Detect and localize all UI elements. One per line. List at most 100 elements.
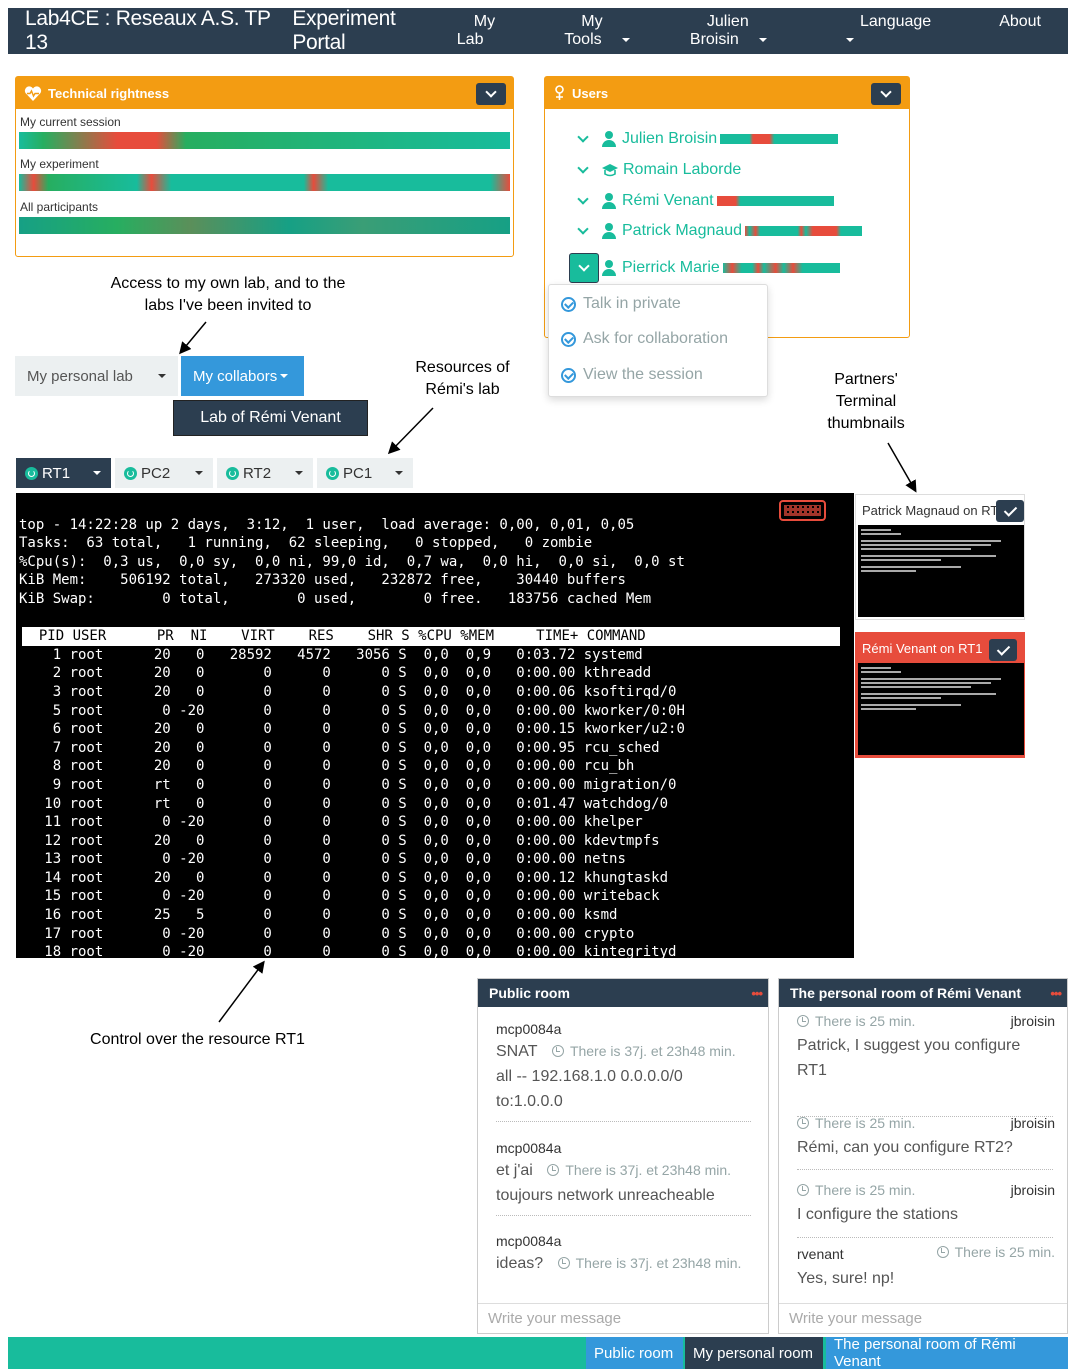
- footer-tab-my-personal-room[interactable]: My personal room: [685, 1337, 823, 1369]
- terminal-line: KiB Mem: 506192 total, 273320 used, 2328…: [19, 572, 626, 589]
- caret-down-icon: [93, 471, 101, 475]
- message-time: There is 25 min.: [815, 1115, 916, 1131]
- personal-room-chat: The personal room of Rémi Venant ••• Ther…: [778, 978, 1068, 1334]
- chat-header: Public room •••: [478, 979, 768, 1007]
- message-text: toujours network unreacheable: [496, 1187, 715, 1204]
- message-text: I configure the stations: [797, 1206, 958, 1223]
- terminal-summary: top - 14:22:28 up 2 days, 3:12, 1 user, …: [19, 516, 854, 628]
- message-time: There is 37j. et 23h48 min.: [575, 1255, 742, 1271]
- process-row: 14 root 20 0 0 0 0 S 0,0 0,0 0:00.12 khu…: [19, 869, 669, 886]
- check-icon[interactable]: [989, 639, 1017, 661]
- process-row: 1 root 20 0 28592 4572 3056 S 0,0 0,9 0:…: [19, 646, 643, 663]
- power-icon: [326, 466, 339, 480]
- message-time: There is 25 min.: [815, 1182, 916, 1198]
- chat-tabs-bar: Public room My personal room The persona…: [8, 1336, 1068, 1370]
- process-row: 6 root 20 0 0 0 0 S 0,0 0,0 0:00.15 kwor…: [19, 721, 685, 738]
- clock-icon: [936, 1246, 949, 1258]
- power-icon: [25, 466, 38, 480]
- message-input[interactable]: Write your message: [779, 1303, 1067, 1333]
- collab-lab-item[interactable]: Lab of Rémi Venant: [173, 400, 368, 436]
- chat-message: mcp0084a et j'ai There is 37j. et 23h48 …: [496, 1140, 754, 1208]
- footer-tab-public-room[interactable]: Public room: [586, 1337, 683, 1369]
- clock-icon: [797, 1117, 809, 1129]
- process-row: 16 root 25 5 0 0 0 S 0,0 0,0 0:00.00 ksm…: [19, 907, 618, 924]
- process-row: 3 root 20 0 0 0 0 S 0,0 0,0 0:00.06 ksof…: [19, 683, 677, 700]
- thumbnail-screen: [858, 663, 1024, 755]
- process-row: 10 root rt 0 0 0 0 S 0,0 0,0 0:01.47 wat…: [19, 795, 669, 812]
- clock-icon: [551, 1045, 564, 1057]
- process-row: 18 root 0 -20 0 0 0 S 0,0 0,0 0:00.00 ki…: [19, 944, 677, 958]
- caret-down-icon: [158, 374, 166, 378]
- tab-rt1[interactable]: RT1: [16, 458, 111, 488]
- chat-message: There is 25 min. jbroisin Rémi, can you …: [797, 1115, 1055, 1160]
- message-text: all -- 192.168.1.0 0.0.0.0/0 to:1.0.0.0: [496, 1068, 683, 1110]
- process-row: 13 root 0 -20 0 0 0 S 0,0 0,0 0:00.00 ne…: [19, 851, 626, 868]
- clock-icon: [797, 1184, 809, 1196]
- clock-icon: [797, 1015, 809, 1027]
- keyboard-icon[interactable]: [779, 500, 826, 521]
- process-row: 11 root 0 -20 0 0 0 S 0,0 0,0 0:00.00 kh…: [19, 814, 643, 831]
- thumbnail-patrick[interactable]: Patrick Magnaud on RT1: [855, 494, 1025, 620]
- tab-rt2[interactable]: RT2: [217, 458, 313, 488]
- caret-down-icon: [195, 471, 203, 475]
- message-user: mcp0084a: [496, 1233, 562, 1249]
- chat-message: There is 25 min. jbroisin I configure th…: [797, 1182, 1055, 1227]
- caret-down-icon: [280, 374, 289, 378]
- thumbnail-screen: [858, 525, 1024, 617]
- terminal-process-header: PID USER PR NI VIRT RES SHR S %CPU %MEM …: [22, 627, 840, 646]
- chat-header: The personal room of Rémi Venant •••: [779, 979, 1067, 1007]
- more-icon[interactable]: •••: [751, 986, 763, 1001]
- message-user: mcp0084a: [496, 1021, 562, 1037]
- caret-down-icon: [295, 471, 303, 475]
- personal-lab-button[interactable]: My personal lab: [15, 356, 178, 396]
- message-text: Yes, sure! np!: [797, 1270, 895, 1287]
- chat-message: mcp0084a SNAT There is 37j. et 23h48 min…: [496, 1021, 754, 1114]
- process-row: 17 root 0 -20 0 0 0 S 0,0 0,0 0:00.00 cr…: [19, 925, 635, 942]
- message-input[interactable]: Write your message: [478, 1303, 768, 1333]
- process-row: 15 root 0 -20 0 0 0 S 0,0 0,0 0:00.00 wr…: [19, 888, 660, 905]
- clock-icon: [547, 1164, 560, 1176]
- tab-pc2[interactable]: PC2: [115, 458, 213, 488]
- terminal-line: %Cpu(s): 0,3 us, 0,0 sy, 0,0 ni, 99,0 id…: [19, 553, 685, 570]
- public-room-chat: Public room ••• mcp0084a SNAT There is 37…: [477, 978, 769, 1334]
- chat-message: mcp0084a ideas? There is 37j. et 23h48 m…: [496, 1233, 754, 1276]
- process-row: 7 root 20 0 0 0 0 S 0,0 0,0 0:00.95 rcu_…: [19, 739, 660, 756]
- process-row: 12 root 20 0 0 0 0 S 0,0 0,0 0:00.00 kde…: [19, 832, 660, 849]
- more-icon[interactable]: •••: [1050, 986, 1062, 1001]
- arrow-partners: [887, 442, 917, 493]
- message-time: There is 25 min.: [815, 1013, 916, 1029]
- process-row: 2 root 20 0 0 0 0 S 0,0 0,0 0:00.00 kthr…: [19, 665, 652, 682]
- terminal-line: top - 14:22:28 up 2 days, 3:12, 1 user, …: [19, 516, 635, 533]
- chat-message: rvenant There is 25 min. Yes, sure! np!: [797, 1244, 1055, 1291]
- terminal-rt1[interactable]: top - 14:22:28 up 2 days, 3:12, 1 user, …: [16, 493, 854, 958]
- tab-pc1[interactable]: PC1: [317, 458, 413, 488]
- process-row: 8 root 20 0 0 0 0 S 0,0 0,0 0:00.00 rcu_…: [19, 758, 635, 775]
- message-user: jbroisin: [1010, 1013, 1055, 1029]
- message-user: jbroisin: [1010, 1182, 1055, 1198]
- caret-down-icon: [395, 471, 403, 475]
- message-text: Rémi, can you configure RT2?: [797, 1139, 1013, 1156]
- collabors-button[interactable]: My collabors: [181, 356, 304, 396]
- message-user: rvenant: [797, 1246, 844, 1262]
- arrow-resources: [387, 407, 434, 455]
- message-user: jbroisin: [1010, 1115, 1055, 1131]
- thumbnail-remi[interactable]: Rémi Venant on RT1: [855, 632, 1025, 758]
- check-icon[interactable]: [996, 500, 1024, 522]
- terminal-line: Tasks: 63 total, 1 running, 62 sleeping,…: [19, 535, 593, 552]
- message-text: SNAT: [496, 1043, 538, 1060]
- message-user: mcp0084a: [496, 1140, 562, 1156]
- arrow-control: [218, 960, 265, 1023]
- message-text: et j'ai: [496, 1162, 533, 1179]
- clock-icon: [557, 1257, 570, 1269]
- arrow-own-lab: [179, 321, 207, 355]
- process-row: 5 root 0 -20 0 0 0 S 0,0 0,0 0:00.00 kwo…: [19, 702, 685, 719]
- message-time: There is 37j. et 23h48 min.: [569, 1043, 736, 1059]
- message-text: Patrick, I suggest you configure RT1: [797, 1037, 1021, 1079]
- power-icon: [226, 466, 239, 480]
- chat-message: There is 25 min. jbroisin Patrick, I sug…: [797, 1013, 1055, 1083]
- power-icon: [124, 466, 137, 480]
- terminal-process-list: 1 root 20 0 28592 4572 3056 S 0,0 0,9 0:…: [19, 646, 854, 958]
- footer-tab-remi-room[interactable]: The personal room of Rémi Venant: [826, 1336, 1068, 1370]
- message-time: There is 37j. et 23h48 min.: [565, 1162, 732, 1178]
- message-time: There is 25 min.: [954, 1244, 1055, 1260]
